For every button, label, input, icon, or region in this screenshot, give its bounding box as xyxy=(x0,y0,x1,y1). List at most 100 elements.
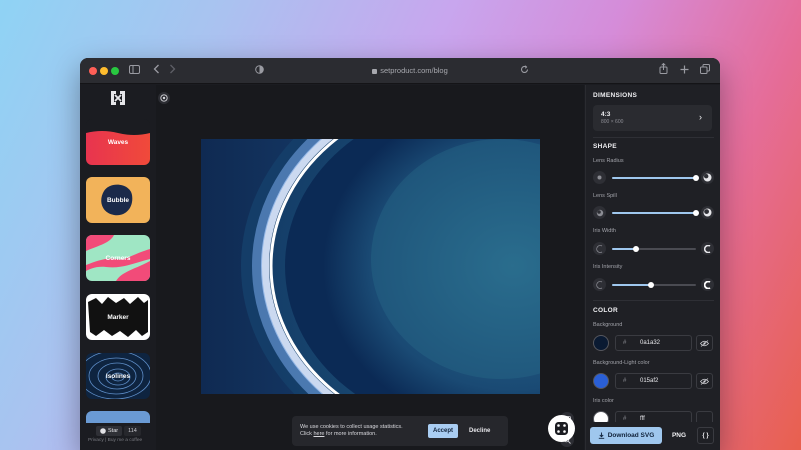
template-next[interactable] xyxy=(86,411,150,423)
lens-radius-label: Lens Radius xyxy=(593,158,624,164)
back-icon[interactable] xyxy=(153,63,160,79)
dice-icon xyxy=(555,422,568,435)
iris-width-min-icon xyxy=(593,242,606,255)
dimensions-title: DIMENSIONS xyxy=(593,92,638,99)
slider-fill xyxy=(612,284,651,286)
iris-intensity-max-icon xyxy=(701,278,714,291)
slider-track[interactable] xyxy=(612,246,696,252)
new-tab-icon[interactable] xyxy=(680,63,689,79)
decline-cookies-button[interactable]: Decline xyxy=(464,424,495,438)
background-color-swatch[interactable] xyxy=(593,335,609,351)
iris-width-max-icon xyxy=(701,242,714,255)
cookie-more-info-link[interactable]: here xyxy=(313,431,324,437)
slider-track[interactable] xyxy=(612,210,699,216)
settings-panel: DIMENSIONS 4:3 800 × 600 › SHAPE Lens Ra… xyxy=(585,85,720,450)
cookie-message: We use cookies to collect usage statisti… xyxy=(300,424,420,439)
template-label: Corners xyxy=(105,254,131,262)
template-isolines[interactable]: Isolines xyxy=(86,353,150,399)
minimize-window-button[interactable] xyxy=(100,67,108,75)
browser-titlebar: setproduct.com/blog xyxy=(80,58,720,84)
lens-spill-label: Lens Spill xyxy=(593,193,617,199)
divider xyxy=(593,300,714,301)
aspect-ratio: 4:3 xyxy=(601,111,611,118)
settings-icon[interactable] xyxy=(158,92,170,104)
reload-icon[interactable] xyxy=(520,63,529,79)
template-waves[interactable]: Waves xyxy=(86,119,150,165)
lens-preview xyxy=(201,139,540,394)
hex-value: 0a1a32 xyxy=(640,340,661,346)
randomize-dice-button[interactable] xyxy=(548,415,575,442)
template-label: Bubble xyxy=(106,196,130,204)
github-star-count: 114 xyxy=(124,426,141,436)
slider-track[interactable] xyxy=(612,175,699,181)
lens-radius-min-icon xyxy=(593,171,606,184)
maximize-window-button[interactable] xyxy=(111,67,119,75)
privacy-shield-icon[interactable] xyxy=(255,63,264,79)
app-logo[interactable] xyxy=(109,89,127,107)
github-star-widget[interactable]: Star 114 xyxy=(96,426,141,436)
shape-title: SHAPE xyxy=(593,143,617,150)
github-star-button[interactable]: Star xyxy=(96,426,123,436)
hash-prefix: # xyxy=(623,340,627,346)
background-color-label: Background xyxy=(593,322,623,328)
slider-track[interactable] xyxy=(612,282,696,288)
template-corners[interactable]: Corners xyxy=(86,235,150,281)
slider-fill xyxy=(612,248,636,250)
sidebar-toggle-icon[interactable] xyxy=(129,63,140,79)
eye-off-icon[interactable] xyxy=(696,335,713,351)
accept-cookies-button[interactable]: Accept xyxy=(428,424,459,438)
template-label: Isolines xyxy=(105,372,131,380)
background-light-color-label: Background-Light color xyxy=(593,360,650,366)
code-export-button[interactable]: { } xyxy=(697,427,714,444)
export-bar: Download SVG PNG { } xyxy=(586,422,720,450)
slider-thumb[interactable] xyxy=(632,246,639,252)
iris-width-label: Iris Width xyxy=(593,228,616,234)
background-light-color-row: #015af2 xyxy=(593,373,714,390)
download-icon xyxy=(598,432,604,439)
iris-intensity-min-icon xyxy=(593,278,606,291)
address-bar[interactable]: setproduct.com/blog xyxy=(350,64,470,78)
download-svg-label: Download SVG xyxy=(607,432,655,439)
divider xyxy=(593,137,714,138)
slider-thumb[interactable] xyxy=(647,282,654,288)
cookie-line-2-prefix: Click xyxy=(300,431,314,437)
template-marker[interactable]: Marker xyxy=(86,294,150,340)
canvas-size: 800 × 600 xyxy=(601,119,624,125)
canvas-area: We use cookies to collect usage statisti… xyxy=(156,85,584,450)
github-star-label: Star xyxy=(108,428,119,434)
background-color-input[interactable]: #0a1a32 xyxy=(615,335,692,351)
hash-prefix: # xyxy=(623,378,627,384)
forward-icon[interactable] xyxy=(169,63,176,79)
lens-radius-max-icon xyxy=(701,171,714,184)
template-sidebar: Waves Bubble Corners Marker Isolines Sta… xyxy=(80,85,156,450)
download-png-button[interactable]: PNG xyxy=(665,427,693,444)
template-label: Waves xyxy=(107,138,129,146)
download-svg-button[interactable]: Download SVG xyxy=(590,427,662,444)
lens-radius-slider[interactable] xyxy=(593,171,714,185)
cookie-banner: We use cookies to collect usage statisti… xyxy=(292,416,508,446)
slider-fill xyxy=(612,177,696,179)
chevron-right-icon: › xyxy=(699,112,702,122)
iris-intensity-label: Iris Intensity xyxy=(593,264,623,270)
iris-color-label: Iris color xyxy=(593,398,614,404)
background-light-color-input[interactable]: #015af2 xyxy=(615,373,692,389)
url-text: setproduct.com/blog xyxy=(380,66,448,75)
share-icon[interactable] xyxy=(659,62,668,79)
tabs-overview-icon[interactable] xyxy=(700,63,710,79)
lock-icon xyxy=(372,68,378,74)
slider-thumb[interactable] xyxy=(693,175,699,181)
iris-width-slider[interactable] xyxy=(593,242,714,256)
github-icon xyxy=(100,428,106,434)
slider-thumb[interactable] xyxy=(693,210,699,216)
footer-links[interactable]: Privacy | Buy me a coffee xyxy=(88,438,142,443)
template-bubble[interactable]: Bubble xyxy=(86,177,150,223)
background-light-color-swatch[interactable] xyxy=(593,373,609,389)
lens-spill-slider[interactable] xyxy=(593,206,714,220)
iris-intensity-slider[interactable] xyxy=(593,278,714,292)
eye-off-icon[interactable] xyxy=(696,373,713,389)
browser-window: setproduct.com/blog Waves Bubble Corners… xyxy=(80,58,720,450)
background-color-row: #0a1a32 xyxy=(593,335,714,352)
color-title: COLOR xyxy=(593,307,618,314)
dimensions-selector[interactable]: 4:3 800 × 600 › xyxy=(593,105,712,131)
close-window-button[interactable] xyxy=(89,67,97,75)
